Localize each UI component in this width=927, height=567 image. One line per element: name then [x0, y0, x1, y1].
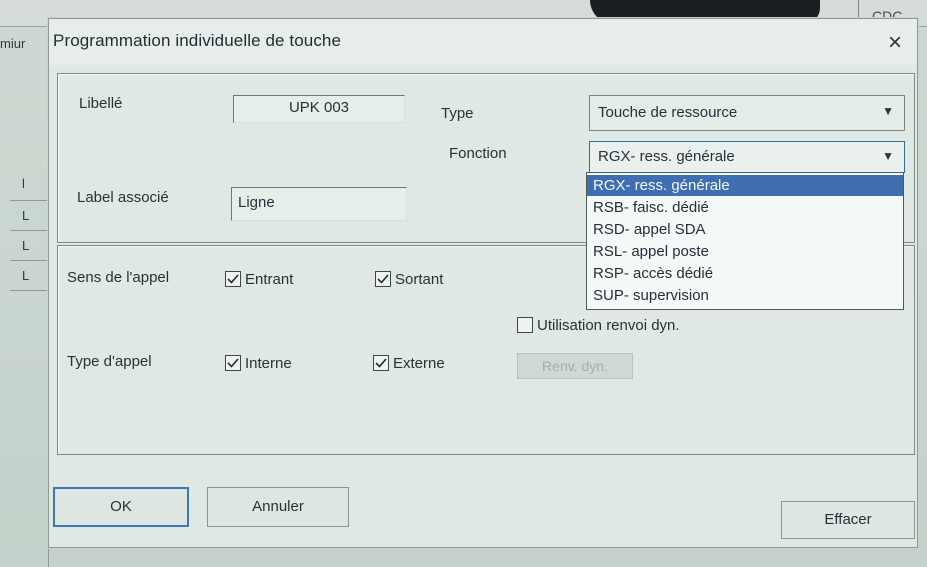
ok-button[interactable]: OK — [53, 487, 189, 527]
background-left-label: miur — [0, 36, 26, 51]
chevron-down-icon: ▼ — [882, 104, 894, 118]
fonction-option[interactable]: RSL- appel poste — [587, 241, 903, 262]
chevron-down-icon: ▼ — [882, 149, 894, 163]
background-divider — [10, 260, 48, 261]
background-left-row: L — [22, 208, 30, 223]
interne-checkbox[interactable] — [225, 355, 241, 371]
label-associe-label: Label associé — [77, 189, 169, 206]
fonction-label: Fonction — [449, 145, 507, 162]
checkmark-icon — [377, 274, 389, 284]
background-left-row: L — [22, 268, 30, 283]
fonction-dropdown-list: RGX- ress. générale RSB- faisc. dédié RS… — [586, 172, 904, 310]
clear-button[interactable]: Effacer — [781, 501, 915, 539]
checkmark-icon — [227, 358, 239, 368]
background-divider — [10, 290, 48, 291]
fonction-option[interactable]: RSB- faisc. dédié — [587, 197, 903, 218]
sens-appel-label: Sens de l'appel — [67, 269, 170, 286]
renvoi-dyn-checkbox[interactable] — [517, 317, 533, 333]
dialog-titlebar: Programmation individuelle de touche × — [49, 19, 917, 65]
background-left-row: l — [22, 176, 25, 191]
renvoi-dyn-label: Utilisation renvoi dyn. — [537, 317, 680, 334]
renv-dyn-button[interactable]: Renv. dyn. — [517, 353, 633, 379]
cancel-button[interactable]: Annuler — [207, 487, 349, 527]
dialog-title: Programmation individuelle de touche — [53, 31, 342, 50]
entrant-checkbox[interactable] — [225, 271, 241, 287]
fonction-combobox[interactable]: RGX- ress. générale ▼ — [589, 141, 905, 173]
fonction-option[interactable]: SUP- supervision — [587, 285, 903, 306]
background-left-column — [0, 26, 49, 567]
background-divider — [10, 200, 48, 201]
type-value: Touche de ressource — [598, 104, 738, 121]
type-combobox[interactable]: Touche de ressource ▼ — [589, 95, 905, 131]
background-left-row: L — [22, 238, 30, 253]
fonction-value: RGX- ress. générale — [598, 148, 735, 165]
label-associe-input[interactable]: Ligne — [231, 187, 407, 221]
entrant-label: Entrant — [245, 271, 294, 288]
background-divider — [10, 230, 48, 231]
interne-label: Interne — [245, 355, 292, 372]
libelle-field: UPK 003 — [233, 95, 405, 123]
close-icon[interactable]: × — [881, 29, 909, 57]
checkmark-icon — [375, 358, 387, 368]
type-label: Type — [441, 105, 474, 122]
fonction-option[interactable]: RSD- appel SDA — [587, 219, 903, 240]
externe-label: Externe — [393, 355, 445, 372]
libelle-label: Libellé — [79, 95, 123, 112]
fonction-option[interactable]: RSP- accès dédié — [587, 263, 903, 284]
fonction-option[interactable]: RGX- ress. générale — [587, 175, 903, 196]
sortant-checkbox[interactable] — [375, 271, 391, 287]
externe-checkbox[interactable] — [373, 355, 389, 371]
libelle-value: UPK 003 — [288, 99, 350, 116]
sortant-label: Sortant — [395, 271, 444, 288]
checkmark-icon — [227, 274, 239, 284]
type-appel-label: Type d'appel — [67, 353, 152, 370]
label-associe-value: Ligne — [238, 194, 275, 211]
